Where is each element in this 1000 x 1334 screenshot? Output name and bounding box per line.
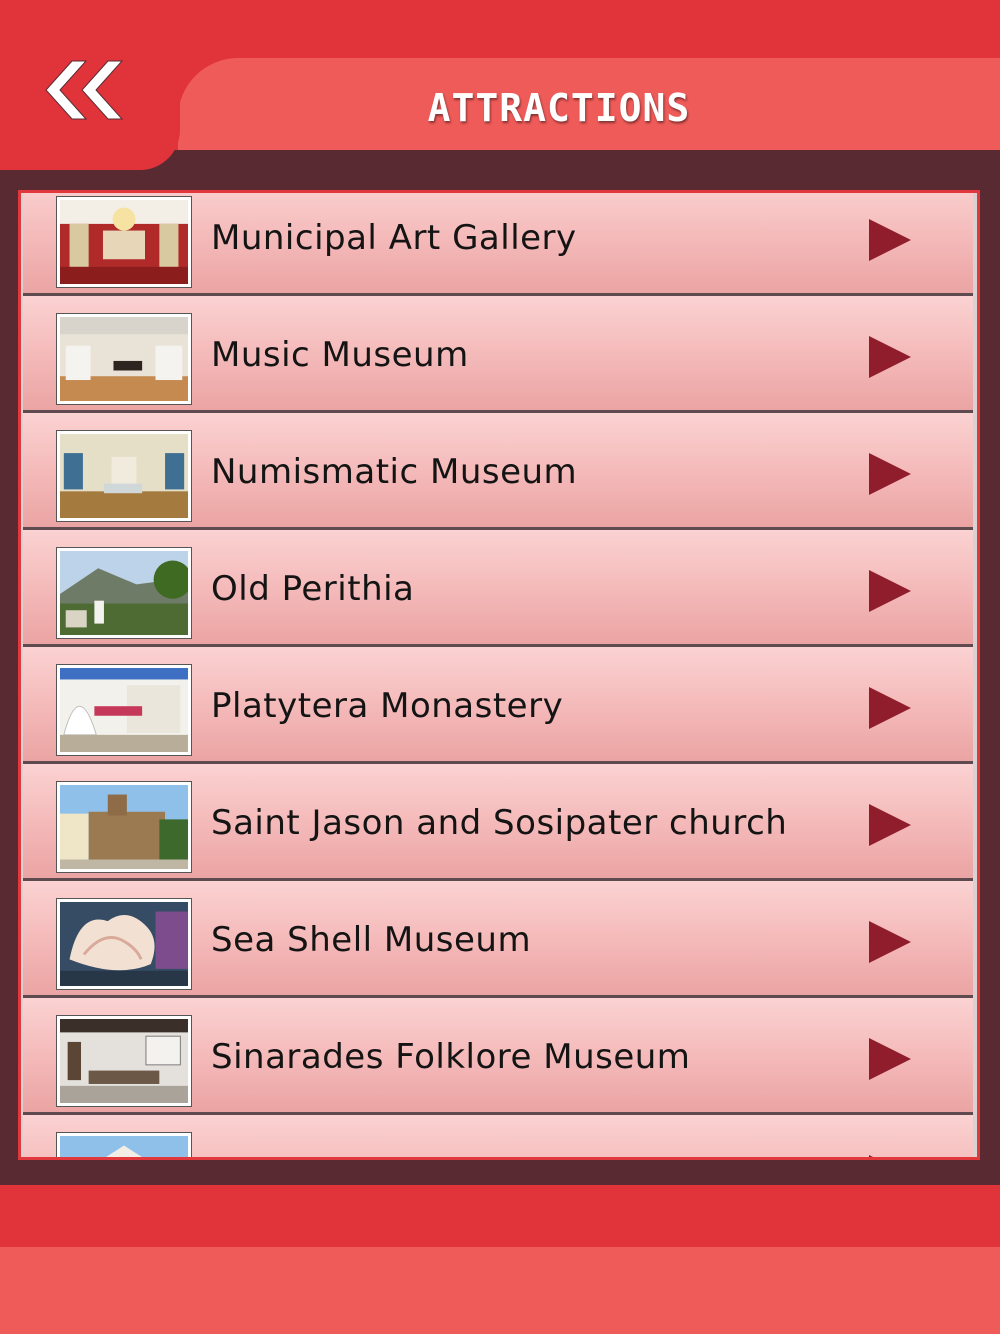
arrow-right-icon	[869, 921, 911, 963]
list-item-sea-shell-museum[interactable]: Sea Shell Museum	[23, 881, 973, 998]
building-photo	[57, 1133, 191, 1157]
list-item-label: Numismatic Museum	[211, 451, 578, 492]
list-item-label: Sea Shell Museum	[211, 919, 532, 960]
footer-bar	[0, 1185, 1000, 1247]
list-item-label: Platytera Monastery	[211, 685, 564, 726]
arrow-right-icon	[869, 804, 911, 846]
list-item-label: Music Museum	[211, 334, 469, 375]
list-item-music-museum[interactable]: Music Museum	[23, 296, 973, 413]
museum-room-photo	[57, 314, 191, 404]
attractions-list[interactable]: Municipal Art Gallery Music Museum Numis…	[18, 190, 980, 1160]
folklore-room-photo	[57, 1016, 191, 1106]
back-button[interactable]	[30, 50, 140, 130]
arrow-right-icon	[869, 1038, 911, 1080]
stone-church-photo	[57, 782, 191, 872]
list-item-label: Old Perithia	[211, 568, 415, 609]
list-item-label: Municipal Art Gallery	[211, 217, 577, 258]
arrow-right-icon	[869, 453, 911, 495]
sea-shell-photo	[57, 899, 191, 989]
gallery-hall-photo	[57, 197, 191, 287]
museum-corridor-photo	[57, 431, 191, 521]
arrow-right-icon	[869, 687, 911, 729]
list-item-saint-jason-and-sosipater-church[interactable]: Saint Jason and Sosipater church	[23, 764, 973, 881]
list-item-platytera-monastery[interactable]: Platytera Monastery	[23, 647, 973, 764]
list-item-partial[interactable]	[23, 1115, 973, 1157]
list-item-old-perithia[interactable]: Old Perithia	[23, 530, 973, 647]
list-item-numismatic-museum[interactable]: Numismatic Museum	[23, 413, 973, 530]
footer-border	[0, 1160, 1000, 1185]
arrow-right-icon	[869, 570, 911, 612]
arrow-right-icon	[869, 219, 911, 261]
list-item-label: Saint Jason and Sosipater church	[211, 802, 788, 843]
list-item-sinarades-folklore-museum[interactable]: Sinarades Folklore Museum	[23, 998, 973, 1115]
list-item-label: Sinarades Folklore Museum	[211, 1036, 691, 1077]
mountain-village-photo	[57, 548, 191, 638]
double-chevron-left-icon	[45, 60, 124, 120]
page-title: ATTRACTIONS	[427, 86, 691, 130]
monastery-courtyard-photo	[57, 665, 191, 755]
list-item-municipal-art-gallery[interactable]: Municipal Art Gallery	[23, 193, 973, 296]
arrow-right-icon	[869, 336, 911, 378]
footer-bar-lower	[0, 1247, 1000, 1334]
